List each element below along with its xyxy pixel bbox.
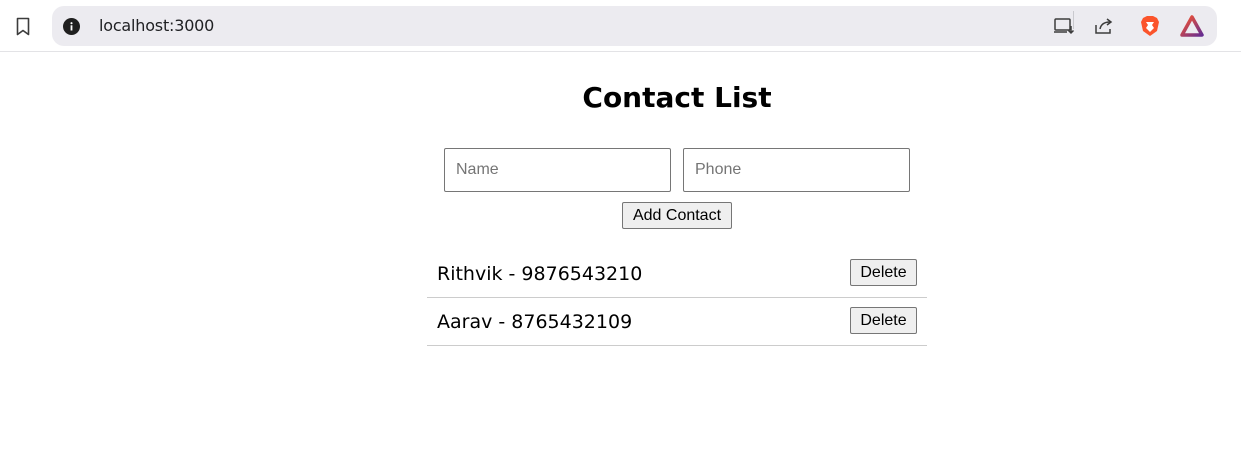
delete-button[interactable]: Delete <box>850 307 917 334</box>
address-bar[interactable]: localhost:3000 <box>52 6 1217 46</box>
site-info-icon[interactable] <box>63 18 80 35</box>
contact-text: Rithvik - 9876543210 <box>437 263 643 285</box>
brave-rewards-icon[interactable] <box>1180 15 1204 37</box>
share-icon[interactable] <box>1092 15 1116 37</box>
contact-list: Rithvik - 9876543210 Delete Aarav - 8765… <box>427 250 927 346</box>
name-input[interactable] <box>444 148 671 192</box>
list-item: Rithvik - 9876543210 Delete <box>427 250 927 298</box>
delete-button[interactable]: Delete <box>850 259 917 286</box>
add-contact-button[interactable]: Add Contact <box>622 202 732 229</box>
toolbar-divider <box>1073 11 1074 29</box>
contact-text: Aarav - 8765432109 <box>437 311 633 333</box>
browser-toolbar: localhost:3000 <box>0 0 1241 52</box>
phone-input[interactable] <box>683 148 910 192</box>
list-item: Aarav - 8765432109 Delete <box>427 298 927 346</box>
url-text[interactable]: localhost:3000 <box>99 16 214 36</box>
page-title: Contact List <box>582 81 772 114</box>
brave-shields-icon[interactable] <box>1138 15 1162 37</box>
bookmark-icon[interactable] <box>14 16 32 36</box>
